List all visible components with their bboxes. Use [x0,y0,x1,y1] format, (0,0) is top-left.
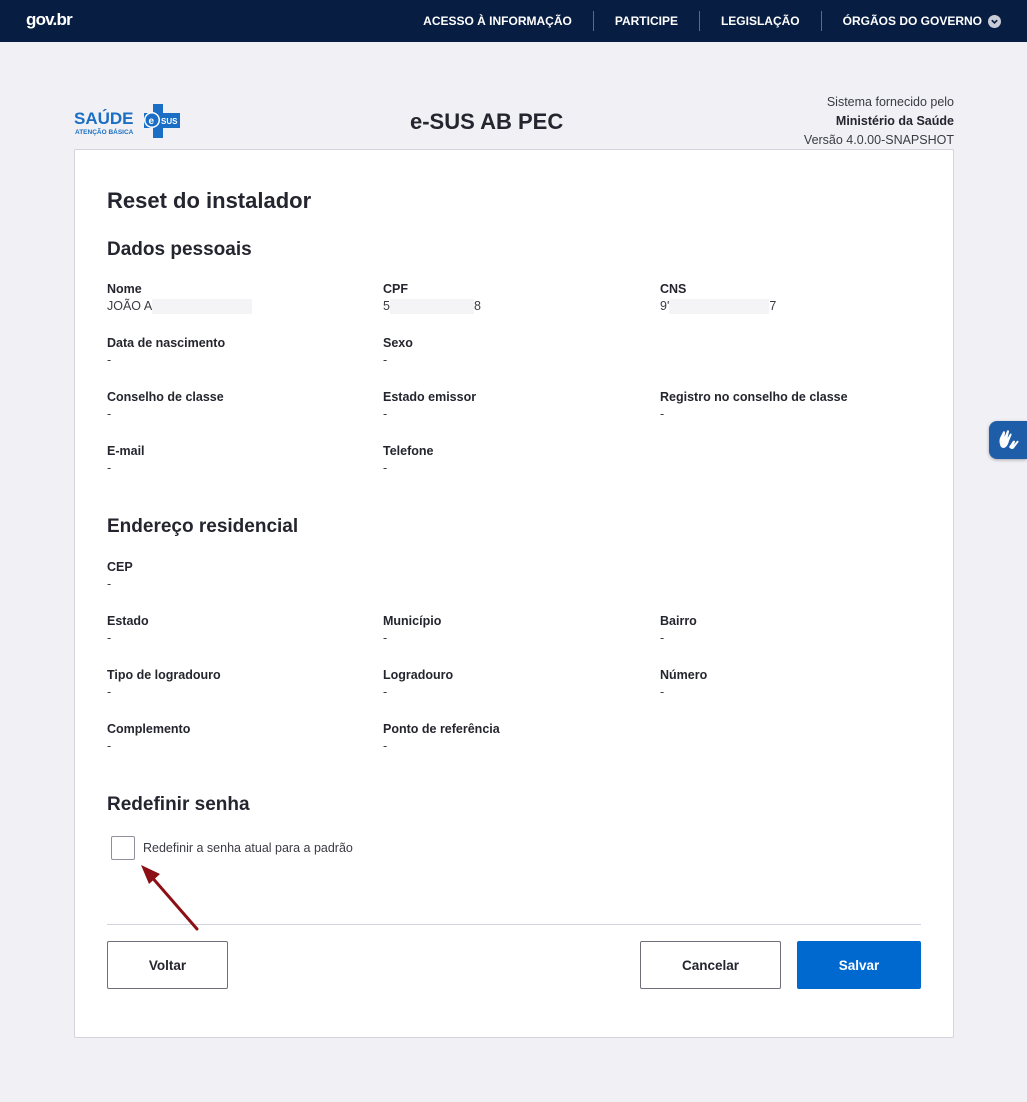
field-label: Ponto de referência [383,722,500,736]
nav-orgaos-governo-label: ÓRGÃOS DO GOVERNO [842,14,982,28]
voltar-button[interactable]: Voltar [107,941,228,989]
field-label: Estado emissor [383,390,477,404]
reset-password-checkbox-label[interactable]: Redefinir a senha atual para a padrão [143,841,353,855]
field-tipo-logradouro: Tipo de logradouro - [107,668,367,702]
nome-value: JOÃO A [107,299,153,313]
field-conselho-classe: Conselho de classe - [107,390,367,424]
field-telefone: Telefone - [383,444,643,478]
field-value: - [107,631,112,645]
field-value: - [107,407,112,421]
field-estado-emissor: Estado emissor - [383,390,643,424]
field-ponto-referencia: Ponto de referência - [383,722,643,756]
field-label: Logradouro [383,668,454,682]
nav-participe[interactable]: PARTICIPE [594,11,699,31]
field-sexo: Sexo - [383,336,643,370]
field-label: E-mail [107,444,145,458]
redaction-mask [389,299,474,315]
chevron-down-icon[interactable] [988,14,1001,28]
cns-value-end: 7 [769,299,777,313]
reset-installer-card: Reset do instalador Dados pessoais Nome … [74,149,954,1038]
supplier-ministry: Ministério da Saúde [835,114,954,128]
field-label: Complemento [107,722,191,736]
field-value: - [107,685,112,699]
field-label: Registro no conselho de classe [660,390,848,404]
field-data-nascimento: Data de nascimento - [107,336,367,370]
redaction-mask [669,299,770,315]
brand-e-text: e [149,116,155,127]
supplier-info: Sistema fornecido pelo Ministério da Saú… [804,93,954,150]
field-value: 9' 7 [660,297,920,316]
field-label: CEP [107,560,133,574]
govbr-logo[interactable]: gov.br [26,10,73,30]
version-text: Versão 4.0.00-SNAPSHOT [803,133,954,147]
field-label: Número [660,668,708,682]
field-value: - [660,631,665,645]
app-title: e-SUS AB PEC [410,109,564,134]
field-value: JOÃO A [107,297,367,316]
field-value: - [660,407,665,421]
field-value: - [383,739,388,753]
nav-orgaos-governo[interactable]: ÓRGÃOS DO GOVERNO [822,11,1001,31]
saude-atencao-basica-logo: SAÚDE ATENÇÃO BÁSICA e SUS [74,104,180,138]
field-value: - [660,685,665,699]
field-label: Conselho de classe [107,390,224,404]
field-label: Município [383,614,442,628]
field-label: Tipo de logradouro [107,668,221,682]
divider [107,924,921,925]
field-value: - [383,407,388,421]
nav-acesso-informacao[interactable]: ACESSO À INFORMAÇÃO [402,11,593,31]
cns-value-start: 9' [660,299,670,313]
field-estado: Estado - [107,614,367,648]
vlibras-hands-icon[interactable] [989,421,1027,459]
field-bairro: Bairro - [660,614,920,648]
field-label: CPF [383,282,408,296]
field-label: Telefone [383,444,434,458]
govbr-topbar: gov.br ACESSO À INFORMAÇÃO PARTICIPE LEG… [0,0,1027,42]
cancelar-button[interactable]: Cancelar [640,941,781,989]
field-numero: Número - [660,668,920,702]
field-logradouro: Logradouro - [383,668,643,702]
field-value: - [383,631,388,645]
field-registro-conselho: Registro no conselho de classe - [660,390,920,424]
salvar-button[interactable]: Salvar [797,941,921,989]
field-value: - [107,739,112,753]
field-nome: Nome JOÃO A [107,282,367,316]
supplier-line: Sistema fornecido pelo [826,95,954,109]
brand-sub-text: ATENÇÃO BÁSICA [75,127,134,136]
field-value: 58 [383,297,643,316]
section-title-dados-pessoais: Dados pessoais [107,239,252,260]
redaction-mask [152,299,253,315]
reset-password-checkbox[interactable] [111,836,135,860]
cpf-value-start: 5 [383,299,390,313]
top-navigation: ACESSO À INFORMAÇÃO PARTICIPE LEGISLAÇÃO… [402,0,1001,42]
section-title-endereco: Endereço residencial [107,516,299,537]
field-value: - [107,461,112,475]
field-value: - [107,353,112,367]
field-value: - [383,461,388,475]
brand-main-text: SAÚDE [74,109,134,128]
field-label: Sexo [383,336,413,350]
field-cpf: CPF 58 [383,282,643,316]
field-label: CNS [660,282,687,296]
field-cep: CEP - [107,560,367,594]
brand-badge-text: SUS [161,117,178,126]
field-label: Nome [107,282,142,296]
cpf-value-end: 8 [473,299,481,313]
field-value: - [383,685,388,699]
page-title: Reset do instalador [107,188,312,213]
nav-legislacao[interactable]: LEGISLAÇÃO [700,11,821,31]
arrow-icon [141,865,199,931]
reset-password-option[interactable]: Redefinir a senha atual para a padrão [111,836,353,860]
field-value: - [383,353,388,367]
field-complemento: Complemento - [107,722,367,756]
field-label: Data de nascimento [107,336,226,350]
field-cns: CNS 9' 7 [660,282,920,316]
field-label: Estado [107,614,149,628]
field-email: E-mail - [107,444,367,478]
field-value: - [107,577,112,591]
field-municipio: Município - [383,614,643,648]
section-title-redefinir-senha: Redefinir senha [107,794,250,815]
field-label: Bairro [660,614,697,628]
